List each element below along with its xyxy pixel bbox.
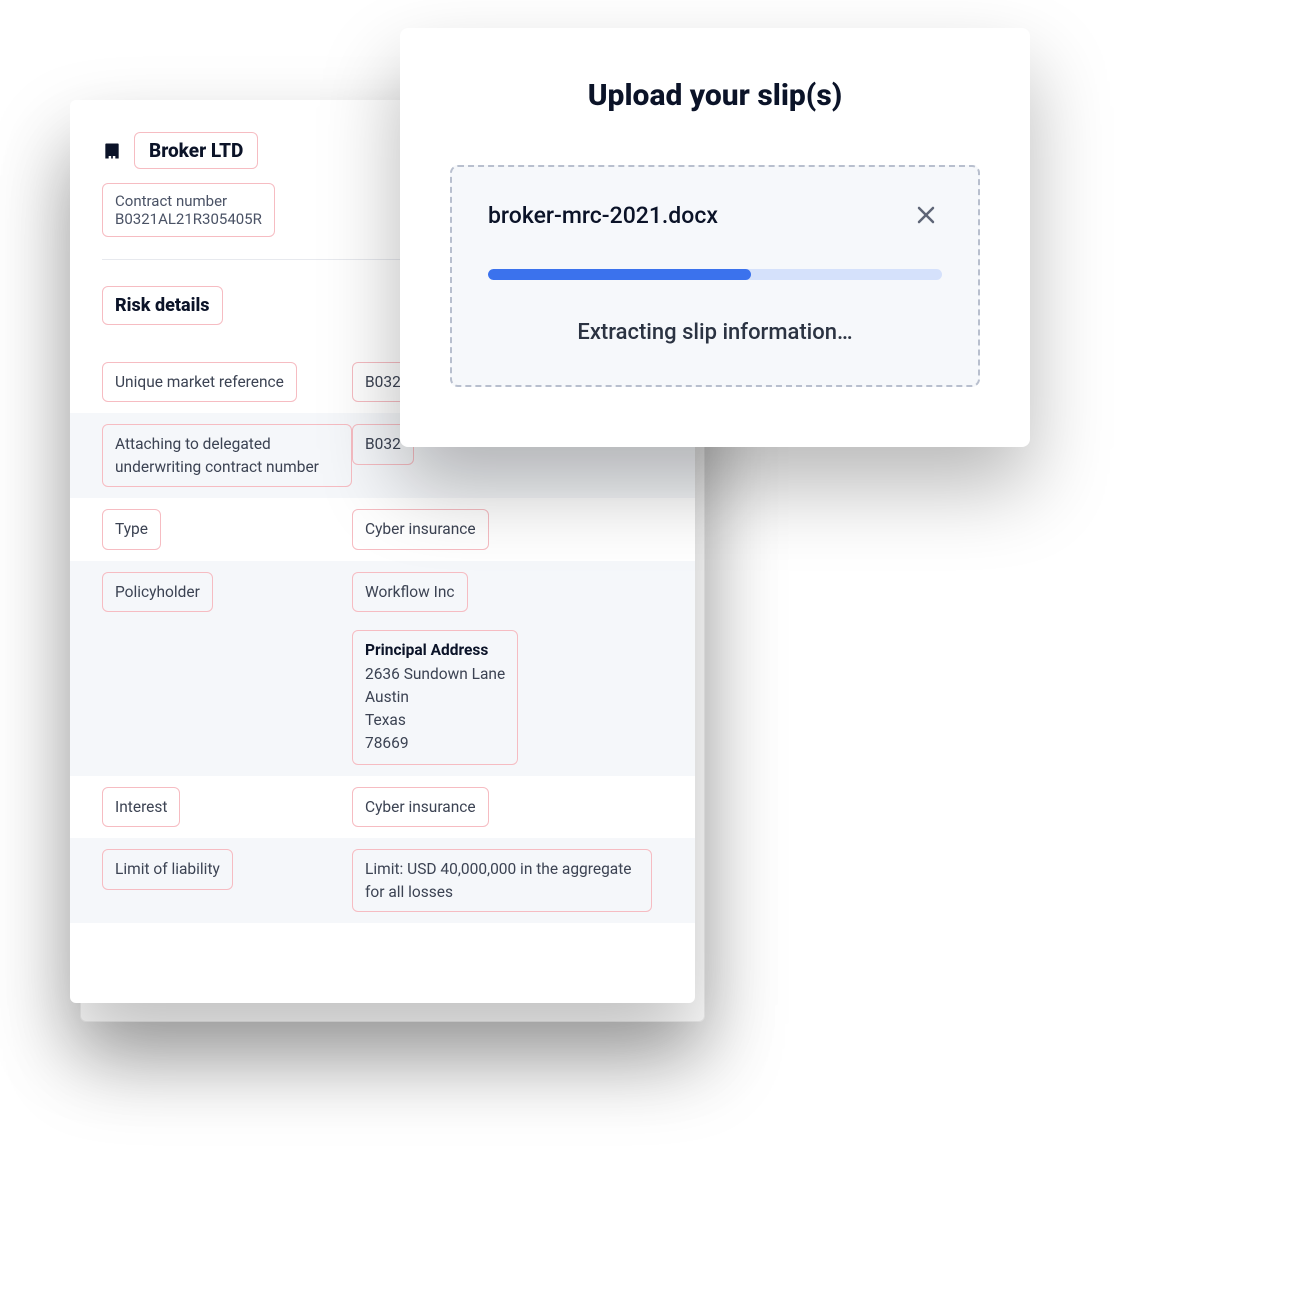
close-icon [914, 203, 942, 227]
row-limit-of-liability: Limit of liability Limit: USD 40,000,000… [70, 838, 695, 923]
address-chip: Principal Address 2636 Sundown Lane Aust… [352, 630, 518, 764]
row-label: Unique market reference [102, 362, 297, 402]
address-line: Austin [365, 686, 505, 709]
row-label: Policyholder [102, 572, 213, 612]
remove-file-button[interactable] [914, 201, 942, 229]
address-line: Texas [365, 709, 505, 732]
upload-file-name: broker-mrc-2021.docx [488, 202, 718, 229]
row-interest: Interest Cyber insurance [102, 776, 663, 838]
row-value: Cyber insurance [352, 787, 489, 827]
upload-title: Upload your slip(s) [450, 78, 980, 113]
upload-dropzone[interactable]: broker-mrc-2021.docx Extracting slip inf… [450, 165, 980, 387]
upload-file-row: broker-mrc-2021.docx [488, 201, 942, 229]
address-line: 78669 [365, 732, 505, 755]
row-label: Limit of liability [102, 849, 233, 889]
address-title: Principal Address [365, 639, 505, 662]
contract-number-label: Contract number [115, 192, 262, 210]
row-type: Type Cyber insurance [102, 498, 663, 560]
contract-number-chip: Contract number B0321AL21R305405R [102, 183, 275, 237]
row-label: Interest [102, 787, 180, 827]
contract-number-value: B0321AL21R305405R [115, 210, 262, 228]
row-policyholder: Policyholder Workflow Inc Principal Addr… [70, 561, 695, 776]
row-value: Workflow Inc [352, 572, 468, 612]
upload-modal: Upload your slip(s) broker-mrc-2021.docx… [400, 28, 1030, 447]
address-line: 2636 Sundown Lane [365, 663, 505, 686]
row-value: Cyber insurance [352, 509, 489, 549]
upload-progress-track [488, 269, 942, 280]
upload-status-text: Extracting slip information… [488, 320, 942, 345]
row-label: Type [102, 509, 161, 549]
upload-progress-fill [488, 269, 751, 280]
row-label: Attaching to delegated underwriting cont… [102, 424, 352, 487]
section-title: Risk details [102, 286, 223, 325]
building-icon [102, 141, 122, 161]
row-value: Limit: USD 40,000,000 in the aggregate f… [352, 849, 652, 912]
broker-name-chip: Broker LTD [134, 132, 258, 169]
